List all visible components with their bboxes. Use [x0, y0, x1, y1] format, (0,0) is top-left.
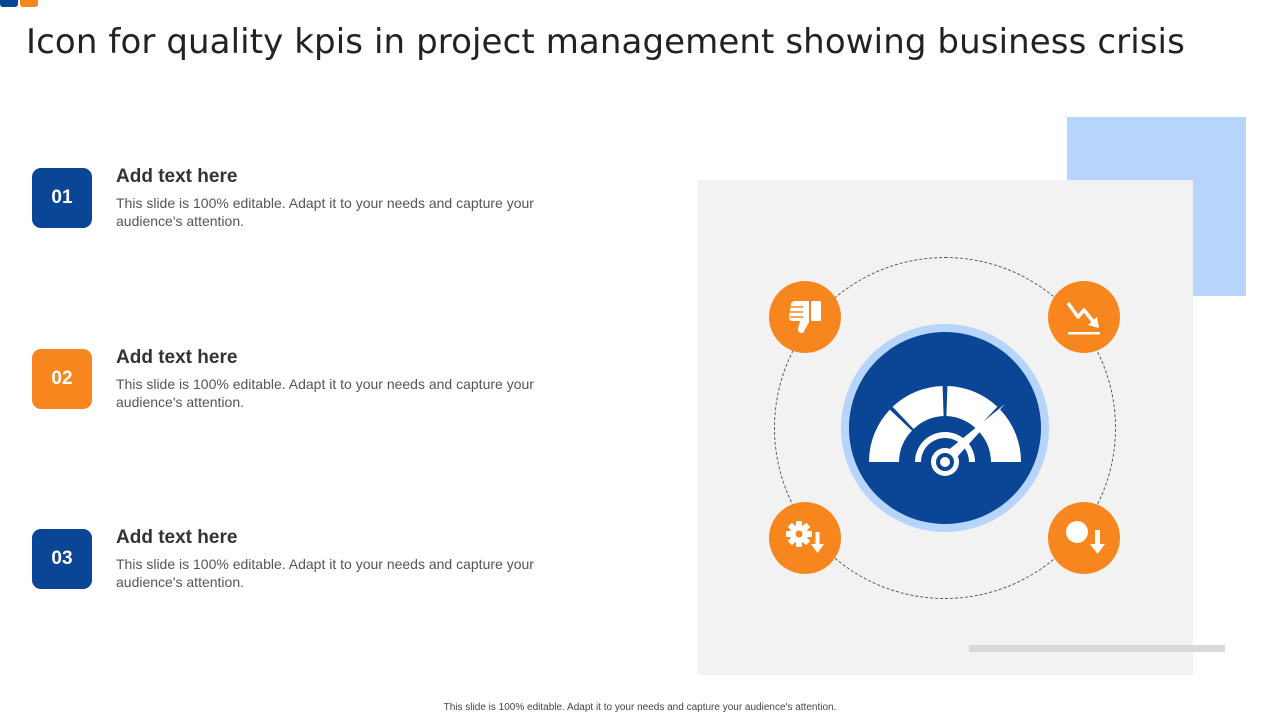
item-body[interactable]: This slide is 100% editable. Adapt it to…	[116, 194, 576, 230]
number-badge: 01	[32, 168, 92, 228]
trend-down-node	[1048, 281, 1120, 353]
item-body[interactable]: This slide is 100% editable. Adapt it to…	[116, 555, 576, 591]
item-heading[interactable]: Add text here	[116, 347, 237, 369]
gear-down-node	[769, 502, 841, 574]
accent-bar	[969, 645, 1225, 652]
item-body[interactable]: This slide is 100% editable. Adapt it to…	[116, 375, 576, 411]
trend-down-icon	[1066, 301, 1100, 335]
thumbs-down-icon	[789, 301, 821, 333]
list-item-3: 03 Add text here This slide is 100% edit…	[32, 527, 592, 591]
hub-circle	[849, 332, 1041, 524]
list-item-1: 01 Add text here This slide is 100% edit…	[32, 166, 592, 230]
thumbs-down-node	[769, 281, 841, 353]
item-heading[interactable]: Add text here	[116, 527, 237, 549]
item-heading[interactable]: Add text here	[116, 166, 237, 188]
footer-note: This slide is 100% editable. Adapt it to…	[443, 702, 837, 713]
list-item-2: 02 Add text here This slide is 100% edit…	[32, 347, 592, 411]
number-badge: 02	[32, 349, 92, 409]
speedometer-icon	[868, 386, 1022, 476]
gear-down-icon	[786, 521, 824, 553]
corner-accent-blue	[0, 0, 18, 7]
search-down-icon	[1066, 521, 1105, 554]
search-down-node	[1048, 502, 1120, 574]
number-badge: 03	[32, 529, 92, 589]
page-title: Icon for quality kpis in project managem…	[26, 22, 1185, 62]
corner-accent-orange	[20, 0, 38, 7]
